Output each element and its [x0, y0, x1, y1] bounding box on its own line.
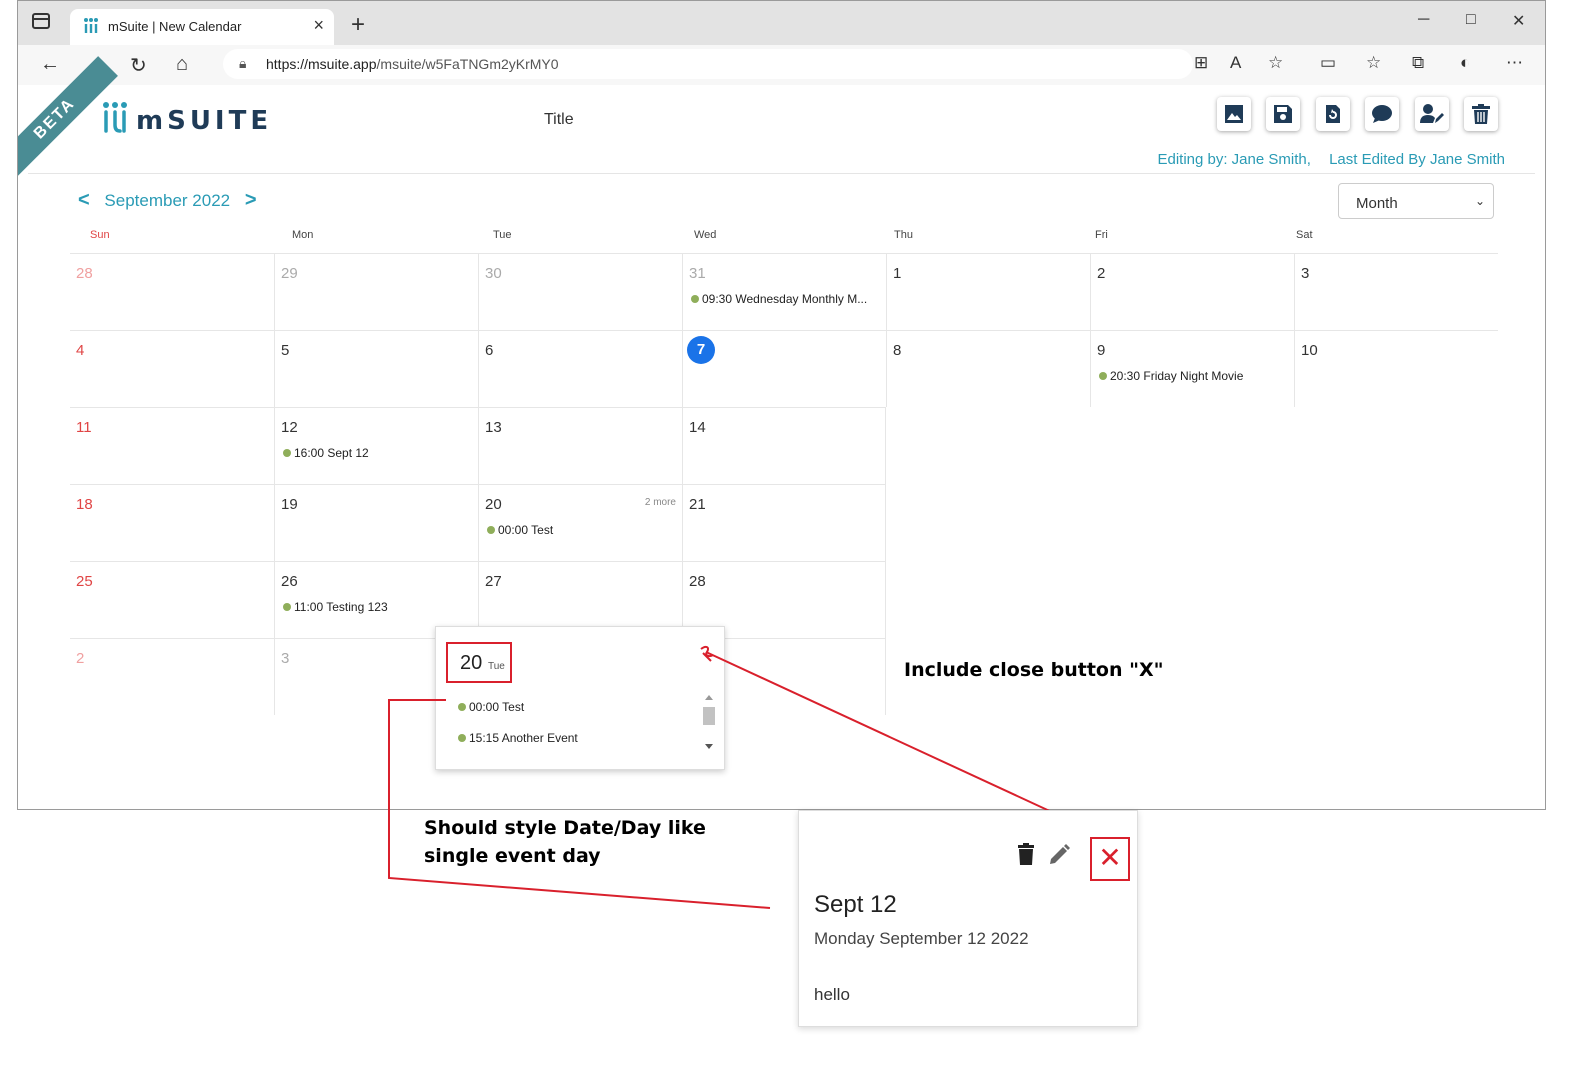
event-detail-card: ✕ Sept 12 Monday September 12 2022 hello: [798, 810, 1138, 1027]
event-description: hello: [814, 985, 850, 1004]
card-close-button[interactable]: ✕: [1090, 837, 1130, 881]
close-button-note: Include close button "X": [904, 659, 1164, 681]
edit-pencil-icon[interactable]: [1047, 843, 1071, 867]
event-title: Sept 12: [814, 891, 897, 918]
trash-icon[interactable]: [1017, 843, 1035, 865]
annotation-lines: [388, 651, 1109, 909]
style-note-line-1: Should style Date/Day like: [424, 817, 706, 839]
style-note: Should style Date/Day like single event …: [424, 814, 706, 870]
style-note-line-2: single event day: [424, 845, 601, 867]
event-date: Monday September 12 2022: [814, 929, 1029, 948]
